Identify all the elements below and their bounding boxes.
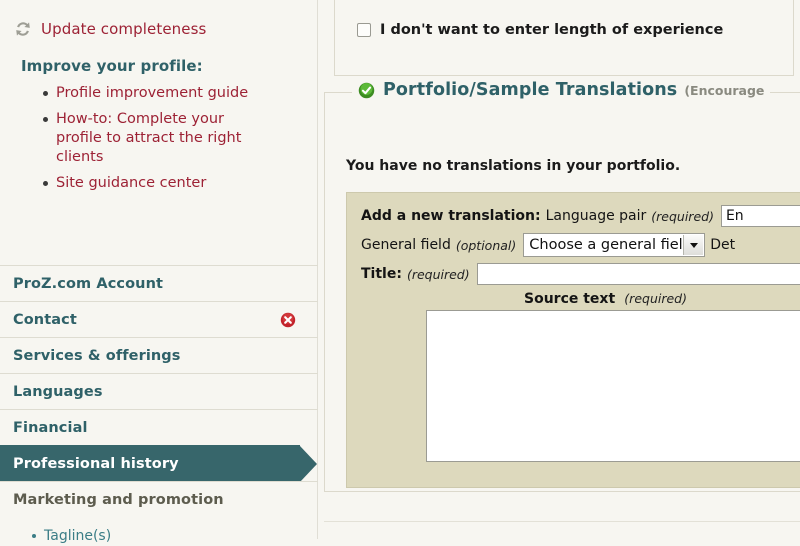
update-completeness-row[interactable]: Update completeness [0,0,317,40]
sidebar-item-languages[interactable]: Languages [0,373,318,409]
list-item[interactable]: Profile improvement guide [56,84,268,103]
sidebar-item-label: Languages [13,384,103,400]
portfolio-legend: Portfolio/Sample Translations (Encourage [352,80,770,100]
add-translation-label: Add a new translation: [361,208,541,224]
general-field-optional: (optional) [456,238,516,253]
general-field-select[interactable]: Choose a general field [523,233,705,257]
source-text-required: (required) [624,291,687,306]
sidebar-item-label: Services & offerings [13,348,181,364]
portfolio-note: (Encourage [684,83,764,98]
sidebar: Update completeness Improve your profile… [0,0,318,539]
improve-profile-list: Profile improvement guide How-to: Comple… [0,84,317,193]
language-pair-input[interactable]: En [721,205,800,227]
sidebar-item-label: Contact [13,312,77,328]
portfolio-title: Portfolio/Sample Translations [383,80,677,100]
source-text-textarea[interactable] [426,310,800,462]
sidebar-item-proz-account[interactable]: ProZ.com Account [0,265,318,301]
title-label: Title: [361,266,402,282]
sidebar-item-label: ProZ.com Account [13,276,163,292]
no-experience-checkbox-row[interactable]: I don't want to enter length of experien… [357,22,723,38]
no-experience-checkbox[interactable] [357,23,371,37]
language-pair-row: Add a new translation: Language pair (re… [347,205,800,227]
chevron-down-icon[interactable] [683,235,703,255]
detailed-field-label: Det [710,237,735,253]
sidebar-item-contact[interactable]: Contact [0,301,318,337]
general-field-row: General field (optional) Choose a genera… [347,233,800,257]
language-pair-label: Language pair [546,208,647,224]
length-of-experience-box: I don't want to enter length of experien… [334,0,794,76]
sidebar-item-label: Marketing and promotion [13,492,224,508]
portfolio-empty-message: You have no translations in your portfol… [346,158,680,174]
source-text-label: Source text [524,291,615,307]
sidebar-item-financial[interactable]: Financial [0,409,318,445]
error-icon [280,312,296,328]
source-text-label-row: Source text (required) [347,291,800,307]
sidebar-item-marketing-and-promotion[interactable]: Marketing and promotion [0,481,318,517]
sidebar-item-services-offerings[interactable]: Services & offerings [0,337,318,373]
sidebar-subitem-taglines[interactable]: Tagline(s) [0,517,318,546]
main-content: I don't want to enter length of experien… [318,0,800,539]
title-required: (required) [407,267,470,282]
section-divider [324,521,800,522]
general-field-label: General field [361,237,451,253]
portfolio-section: Portfolio/Sample Translations (Encourage… [324,92,800,492]
title-input[interactable] [477,263,800,285]
general-field-selected-value: Choose a general field [529,237,692,253]
update-completeness-link[interactable]: Update completeness [41,20,206,38]
improve-profile-heading: Improve your profile: [0,40,317,75]
no-experience-label: I don't want to enter length of experien… [380,22,723,38]
sidebar-item-professional-history[interactable]: Professional history [0,445,300,481]
page-root: Update completeness Improve your profile… [0,0,800,539]
language-pair-required: (required) [651,209,714,224]
sidebar-item-label: Professional history [13,456,179,472]
title-row: Title: (required) [347,263,800,285]
sidebar-subitem-label: Tagline(s) [44,528,111,544]
list-item[interactable]: How-to: Complete your profile to attract… [56,110,268,167]
sidebar-item-label: Financial [13,420,88,436]
refresh-icon [12,18,34,40]
profile-section-nav: ProZ.com Account Contact Services & offe… [0,265,318,546]
check-circle-icon [358,82,375,99]
list-item[interactable]: Site guidance center [56,174,268,193]
add-translation-form: Add a new translation: Language pair (re… [346,192,800,488]
